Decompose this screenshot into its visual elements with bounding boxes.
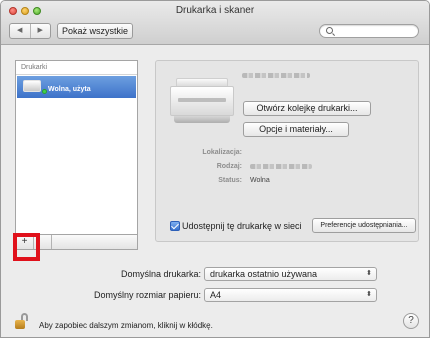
window-title: Drukarka i skaner	[175, 5, 255, 16]
default-printer-select[interactable]: drukarka ostatnio używana ⬍	[204, 267, 377, 281]
kind-label: Rodzaj:	[216, 163, 242, 170]
lock-icon[interactable]	[15, 313, 29, 329]
search-input[interactable]	[319, 24, 419, 38]
show-all-button[interactable]: Pokaż wszystkie	[57, 23, 133, 39]
share-printer-label[interactable]: Udostępnij tę drukarkę w sieci	[182, 221, 302, 231]
default-printer-label: Domyślna drukarka:	[120, 269, 201, 279]
paper-size-value: A4	[210, 290, 222, 300]
add-button-highlight	[13, 233, 40, 261]
options-supplies-button[interactable]: Opcje i materiały...	[243, 122, 349, 137]
printer-name-redacted	[242, 73, 310, 78]
open-print-queue-button[interactable]: Otwórz kolejkę drukarki...	[243, 101, 371, 116]
select-arrows-icon: ⬍	[366, 270, 372, 277]
printers-window: Drukarka i skaner ◀ ▶ Pokaż wszystkie Dr…	[0, 0, 430, 338]
status-label: Status:	[218, 177, 242, 184]
location-label: Lokalizacja:	[202, 149, 242, 156]
paper-size-label: Domyślny rozmiar papieru:	[93, 290, 201, 300]
printer-status-label: Wolna, użyta	[48, 86, 91, 93]
help-button[interactable]: ?	[403, 313, 419, 329]
forward-icon[interactable]: ▶	[29, 24, 51, 38]
paper-size-select[interactable]: A4 ⬍	[204, 288, 377, 302]
status-value: Wolna	[250, 177, 270, 184]
printer-list-item[interactable]: Wolna, użyta	[17, 76, 136, 98]
title-bar: Drukarka i skaner ◀ ▶ Pokaż wszystkie	[1, 1, 429, 45]
printer-thumbnail-icon	[23, 80, 41, 92]
sharing-preferences-button[interactable]: Preferencje udostępniania...	[312, 218, 416, 233]
back-icon[interactable]: ◀	[10, 24, 30, 38]
kind-value-redacted	[250, 164, 312, 169]
back-forward-control: ◀ ▶	[9, 23, 51, 39]
printers-list: Drukarki Wolna, użyta	[15, 60, 138, 235]
default-printer-value: drukarka ostatnio używana	[210, 269, 318, 279]
printers-list-header: Drukarki	[16, 61, 137, 75]
status-idle-icon	[42, 89, 47, 94]
lock-hint-text: Aby zapobiec dalszym zmianom, kliknij w …	[39, 321, 213, 330]
printer-icon	[170, 78, 234, 126]
share-printer-checkbox[interactable]	[170, 221, 180, 231]
select-arrows-icon: ⬍	[366, 291, 372, 298]
printer-detail-panel: Otwórz kolejkę drukarki... Opcje i mater…	[155, 60, 419, 242]
search-icon	[326, 27, 333, 34]
